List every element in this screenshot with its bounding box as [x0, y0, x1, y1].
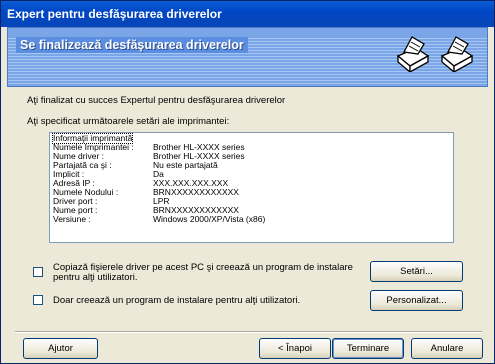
- printer-icon-2: [440, 36, 474, 72]
- settings-button[interactable]: Setări...: [370, 261, 463, 282]
- back-button[interactable]: < Înapoi: [259, 338, 331, 359]
- wizard-content: Aţi finalizat cu succes Expertul pentru …: [7, 87, 488, 331]
- wizard-window: Expert pentru desfăşurarea driverelor Se…: [0, 0, 495, 364]
- installer-only-label[interactable]: Doar creează un program de instalare pen…: [53, 295, 300, 306]
- settings-listbox[interactable]: Informaţii imprimantă Numele Imprimantei…: [49, 132, 454, 243]
- window-title: Expert pentru desfăşurarea driverelor: [7, 7, 222, 21]
- copy-drivers-label[interactable]: Copiază fişierele driver pe acest PC şi …: [53, 263, 353, 283]
- list-value: Windows 2000/XP/Vista (x86): [153, 214, 266, 224]
- title-bar[interactable]: Expert pentru desfăşurarea driverelor: [1, 1, 494, 27]
- wizard-header: Se finalizează desfăşurarea driverelor: [7, 27, 488, 87]
- intro-text: Aţi finalizat cu succes Expertul pentru …: [27, 95, 286, 106]
- cancel-button[interactable]: Anulare: [411, 338, 483, 359]
- installer-only-checkbox[interactable]: [33, 295, 43, 305]
- customize-button[interactable]: Personalizat...: [370, 290, 463, 311]
- list-key: Versiune :: [53, 214, 91, 224]
- finish-button[interactable]: Terminare: [332, 338, 404, 359]
- copy-drivers-label-line2: pentru alţi utilizatori.: [53, 272, 138, 283]
- footer-separator: [15, 331, 482, 333]
- help-button[interactable]: Ajutor: [23, 338, 98, 359]
- header-title: Se finalizează desfăşurarea driverelor: [16, 37, 248, 53]
- printer-icon: [396, 36, 430, 72]
- copy-drivers-checkbox[interactable]: [33, 267, 43, 277]
- settings-label: Aţi specificat următoarele setări ale im…: [27, 116, 230, 127]
